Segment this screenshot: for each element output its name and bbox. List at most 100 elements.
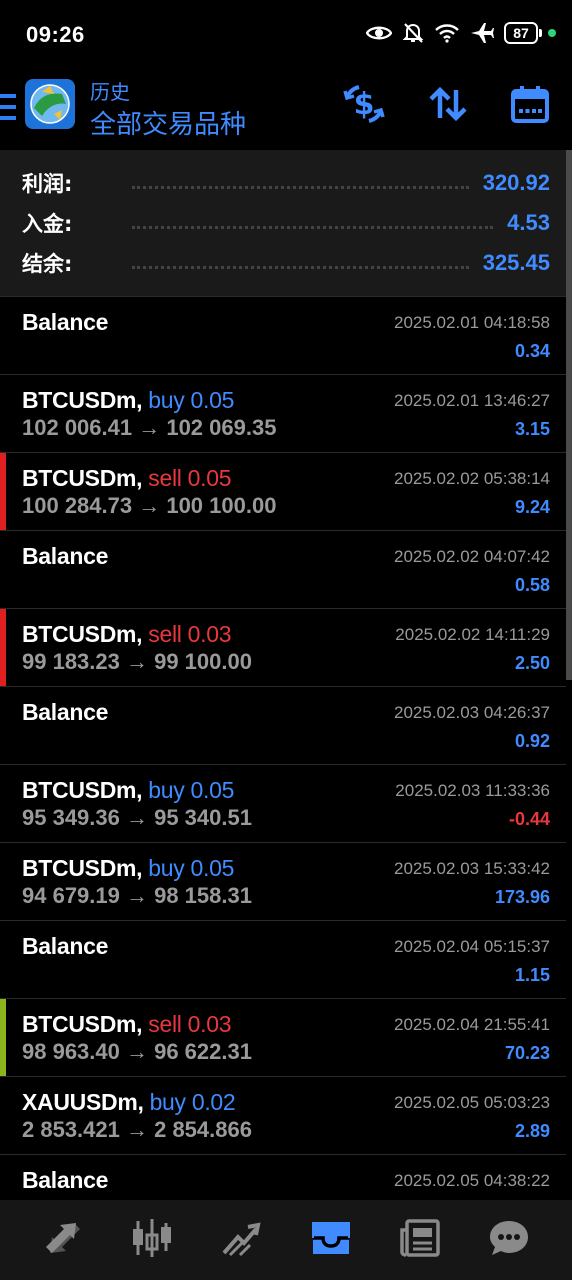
battery-icon: 87 [504, 22, 556, 44]
deal-symbol-label: BTCUSDm, [22, 387, 143, 413]
deal-row[interactable]: BTCUSDm, buy 0.05 95 349.36 → 95 340.51 202… [0, 764, 566, 842]
summary-label: 入金: [22, 212, 73, 236]
app-logo [24, 78, 76, 130]
quotes-icon [42, 1217, 84, 1264]
deal-row[interactable]: BTCUSDm, buy 0.05 102 006.41 → 102 069.35 2… [0, 374, 566, 452]
deal-type: sell 0.03 [148, 621, 232, 647]
deal-row[interactable]: XAUUSDm, buy 0.02 2 853.421 → 2 854.866 202… [0, 1076, 566, 1154]
deal-symbol: BTCUSDm, buy 0.05 [22, 855, 234, 882]
currency-exchange-icon: $ [343, 83, 385, 130]
deal-row[interactable]: Balance 2025.02.03 04:26:37 0.92 [0, 686, 566, 764]
deal-profit: 1.15 [514, 965, 550, 985]
deal-symbol: BTCUSDm, sell 0.05 [22, 465, 232, 492]
deal-type: buy 0.05 [148, 855, 235, 881]
summary-label: 结余: [22, 252, 73, 276]
deal-row[interactable]: BTCUSDm, sell 0.03 98 963.40 → 96 622.31 20… [0, 998, 566, 1077]
deal-symbol: Balance [22, 933, 108, 960]
deal-row[interactable]: Balance 2025.02.01 04:18:58 0.34 [0, 296, 566, 374]
status-icons: 87 [366, 22, 556, 44]
currency-exchange-button[interactable]: $ [342, 84, 386, 128]
deal-time: 2025.02.03 15:33:42 [394, 859, 550, 878]
deal-symbol: Balance [22, 543, 108, 570]
nav-chat[interactable] [481, 1212, 537, 1268]
deal-row[interactable]: BTCUSDm, sell 0.05 100 284.73 → 100 100.00… [0, 452, 566, 531]
deal-accent-marker [0, 999, 6, 1077]
deal-prices: 98 963.40 → 96 622.31 [22, 1039, 252, 1064]
bell-off-icon [402, 22, 424, 44]
deal-profit: 9.24 [514, 497, 550, 517]
deal-profit: 2.50 [514, 653, 550, 673]
page-title[interactable]: 全部交易品种 [90, 104, 246, 141]
deal-type: buy 0.05 [148, 777, 235, 803]
scrollbar[interactable] [566, 150, 572, 680]
deal-profit: 0.34 [514, 341, 550, 361]
deal-prices: 2 853.421 → 2 854.866 [22, 1117, 252, 1142]
deal-symbol-label: XAUUSDm, [22, 1089, 144, 1115]
wifi-icon [434, 23, 460, 43]
deal-accent-marker [0, 609, 6, 687]
deal-prices: 102 006.41 → 102 069.35 [22, 415, 277, 440]
deal-symbol-label: BTCUSDm, [22, 465, 143, 491]
deal-symbol: BTCUSDm, buy 0.05 [22, 777, 234, 804]
deal-prices: 99 183.23 → 99 100.00 [22, 649, 252, 674]
battery-level: 87 [504, 22, 538, 44]
deal-symbol-label: Balance [22, 699, 109, 725]
deal-time: 2025.02.02 05:38:14 [394, 469, 550, 488]
deal-accent-marker [0, 453, 6, 531]
app-bar: 历史 全部交易品种 $ [0, 72, 572, 150]
summary-label: 利润: [22, 172, 73, 196]
deal-row[interactable]: BTCUSDm, buy 0.05 94 679.19 → 98 158.31 202… [0, 842, 566, 920]
deal-symbol: XAUUSDm, buy 0.02 [22, 1089, 236, 1116]
deal-profit: 70.23 [504, 1043, 550, 1063]
deal-time: 2025.02.05 05:03:23 [394, 1093, 550, 1112]
deal-row[interactable]: BTCUSDm, sell 0.03 99 183.23 → 99 100.00 20… [0, 608, 566, 687]
deal-symbol-label: Balance [22, 1167, 109, 1193]
status-bar: 09:26 87 [0, 0, 572, 72]
bottom-nav [0, 1200, 572, 1280]
deal-time: 2025.02.05 04:38:22 [394, 1171, 550, 1190]
deal-time: 2025.02.04 21:55:41 [394, 1015, 550, 1034]
deal-symbol-label: Balance [22, 933, 109, 959]
deal-symbol: BTCUSDm, buy 0.05 [22, 387, 234, 414]
chat-icon [488, 1218, 530, 1263]
deal-profit: 173.96 [494, 887, 550, 907]
deal-symbol: BTCUSDm, sell 0.03 [22, 621, 232, 648]
summary-value: 320.92 [482, 170, 550, 195]
deal-type: buy 0.02 [149, 1089, 236, 1115]
summary-row-balance: 结余: 325.45 [22, 248, 550, 278]
deal-symbol: Balance [22, 309, 108, 336]
history-icon [309, 1218, 353, 1263]
deal-row[interactable]: Balance 2025.02.04 05:15:37 1.15 [0, 920, 566, 998]
airplane-icon [470, 22, 494, 44]
nav-history[interactable] [303, 1212, 359, 1268]
deal-symbol-label: BTCUSDm, [22, 855, 143, 881]
menu-icon[interactable] [0, 94, 16, 120]
deal-time: 2025.02.01 04:18:58 [394, 313, 550, 332]
deal-profit: 3.15 [514, 419, 550, 439]
nav-chart[interactable] [124, 1212, 180, 1268]
deal-symbol-label: Balance [22, 543, 109, 569]
deal-prices: 95 349.36 → 95 340.51 [22, 805, 252, 830]
deal-time: 2025.02.01 13:46:27 [394, 391, 550, 410]
nav-trade[interactable] [213, 1212, 269, 1268]
sort-button[interactable] [426, 84, 470, 128]
deal-symbol: Balance [22, 699, 108, 726]
nav-quotes[interactable] [35, 1212, 91, 1268]
deal-row[interactable]: Balance 2025.02.02 04:07:42 0.58 [0, 530, 566, 608]
eye-icon [366, 23, 392, 43]
deal-time: 2025.02.02 14:11:29 [395, 625, 550, 644]
deal-profit: 2.89 [514, 1121, 550, 1141]
deal-type: sell 0.03 [148, 1011, 232, 1037]
deal-symbol-label: BTCUSDm, [22, 777, 143, 803]
deal-symbol: Balance [22, 1167, 108, 1194]
chart-icon [130, 1217, 174, 1264]
page-subtitle: 历史 [90, 80, 130, 104]
deal-type: buy 0.05 [148, 387, 235, 413]
calendar-button[interactable] [508, 84, 552, 128]
deal-type: sell 0.05 [148, 465, 232, 491]
summary-row-profit: 利润: 320.92 [22, 168, 550, 198]
nav-news[interactable] [392, 1212, 448, 1268]
deal-symbol-label: Balance [22, 309, 109, 335]
summary-value: 325.45 [482, 250, 550, 275]
deal-profit: 0.92 [514, 731, 550, 751]
